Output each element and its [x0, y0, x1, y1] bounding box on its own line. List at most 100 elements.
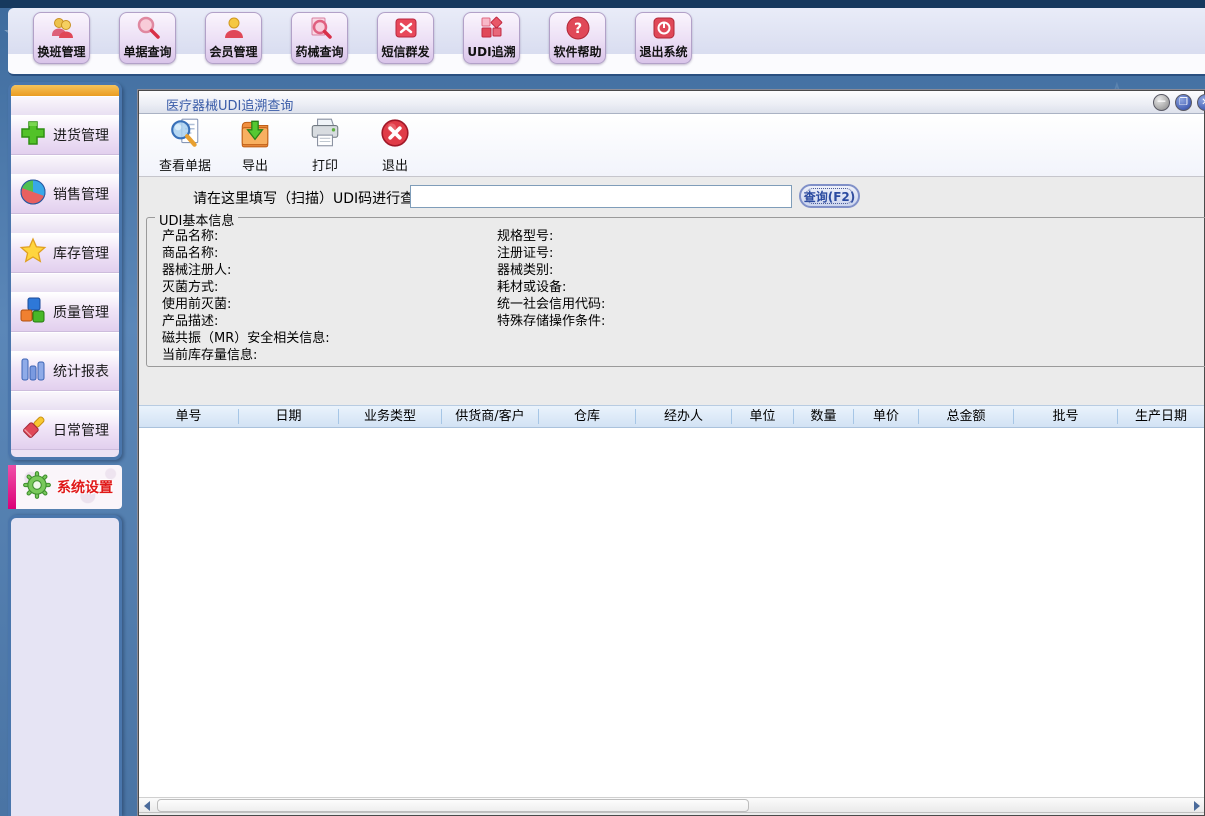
sidebar-item-label: 进货管理 [53, 125, 109, 145]
query-f2-button[interactable]: 查询(F2) [799, 184, 860, 208]
sidebar-item-quality[interactable]: 质量管理 [11, 292, 119, 332]
toolbar-button-software-help[interactable]: ? 软件帮助 [549, 12, 606, 64]
field-label-device-category: 器械类别: [497, 262, 605, 279]
sidebar-item-sales[interactable]: 销售管理 [11, 174, 119, 214]
toolbar-button-shift-management[interactable]: 换班管理 [33, 12, 90, 64]
sidebar-divider [11, 214, 119, 233]
window-controls: － ❐ ✕ [1153, 94, 1205, 111]
sidebar-item-label: 销售管理 [53, 184, 109, 204]
sidebar-item-daily[interactable]: 日常管理 [11, 410, 119, 450]
medicine-search-icon [307, 13, 333, 42]
sms-icon [393, 13, 419, 42]
sidebar-divider [11, 332, 119, 351]
udi-trace-icon [479, 13, 505, 42]
toolbar-button-label: 短信群发 [381, 43, 429, 60]
column-header-date[interactable]: 日期 [239, 409, 339, 424]
sidebar-divider [11, 391, 119, 410]
exit-system-icon [651, 13, 677, 42]
toolbar-button-document-query[interactable]: 单据查询 [119, 12, 176, 64]
column-header-business-type[interactable]: 业务类型 [339, 409, 442, 424]
document-search-icon [135, 13, 161, 42]
horizontal-scrollbar[interactable] [139, 797, 1204, 813]
gear-icon [22, 470, 52, 504]
toolbar-button-exit-system[interactable]: 退出系统 [635, 12, 692, 64]
udi-info-right-column: 规格型号: 注册证号: 器械类别: 耗材或设备: 统一社会信用代码: 特殊存储操… [497, 228, 605, 330]
minimize-icon[interactable]: － [1153, 94, 1170, 111]
sidebar-item-purchase[interactable]: 进货管理 [11, 115, 119, 155]
udi-info-fieldset: UDI基本信息 产品名称: 商品名称: 器械注册人: 灭菌方式: 使用前灭菌: … [146, 217, 1205, 367]
bar-chart-icon [19, 355, 47, 387]
window-toolbar: 查看单据 导出 打印 [139, 114, 1204, 177]
export-button[interactable]: 导出 [223, 116, 287, 174]
column-header-quantity[interactable]: 数量 [794, 409, 854, 424]
records-table-header: 单号 日期 业务类型 供货商/客户 仓库 经办人 单位 数量 单价 总金额 批号… [139, 405, 1204, 428]
field-label-spec-model: 规格型号: [497, 228, 605, 245]
field-label-mr-safety-info: 磁共振（MR）安全相关信息: [162, 330, 330, 347]
help-icon: ? [565, 13, 591, 42]
toolbar-button-sms-broadcast[interactable]: 短信群发 [377, 12, 434, 64]
toolbar-button-member-management[interactable]: 会员管理 [205, 12, 262, 64]
svg-text:?: ? [573, 21, 581, 37]
brush-icon [19, 414, 47, 446]
field-label-social-credit-code: 统一社会信用代码: [497, 296, 605, 313]
star-icon [19, 237, 47, 269]
field-label-registration-no: 注册证号: [497, 245, 605, 262]
top-toolbar: 换班管理 单据查询 会员管理 药械查询 [8, 8, 1205, 76]
column-header-supplier-customer[interactable]: 供货商/客户 [442, 409, 539, 424]
toolbar-button-medicine-query[interactable]: 药械查询 [291, 12, 348, 64]
field-label-sterilization-method: 灭菌方式: [162, 279, 330, 296]
column-header-warehouse[interactable]: 仓库 [539, 409, 636, 424]
column-header-batch-no[interactable]: 批号 [1014, 409, 1118, 424]
column-header-order-no[interactable]: 单号 [139, 409, 239, 424]
udi-info-legend: UDI基本信息 [155, 210, 238, 229]
print-icon [308, 117, 342, 153]
field-label-product-name: 产品名称: [162, 228, 330, 245]
udi-search-input[interactable] [410, 185, 792, 208]
column-header-production-date[interactable]: 生产日期 [1118, 409, 1204, 424]
field-label-device-registrant: 器械注册人: [162, 262, 330, 279]
exit-button[interactable]: 退出 [363, 116, 427, 174]
green-cross-icon [19, 119, 47, 151]
scrollbar-thumb[interactable] [157, 799, 749, 812]
sidebar-divider [11, 96, 119, 115]
sidebar-item-label: 质量管理 [53, 302, 109, 322]
close-icon[interactable]: ✕ [1197, 94, 1205, 111]
window-toolbar-label: 查看单据 [159, 155, 211, 174]
udi-search-label: 请在这里填写（扫描）UDI码进行查询: [193, 188, 433, 208]
sidebar-lower-panel [8, 515, 122, 816]
export-icon [238, 117, 272, 153]
sidebar-divider [11, 273, 119, 292]
field-label-product-description: 产品描述: [162, 313, 330, 330]
sidebar-item-label: 库存管理 [53, 243, 109, 263]
sidebar-divider [11, 155, 119, 174]
column-header-total-amount[interactable]: 总金额 [919, 409, 1014, 424]
sidebar-settings-label: 系统设置 [57, 477, 113, 497]
sidebar-item-inventory[interactable]: 库存管理 [11, 233, 119, 273]
scroll-left-icon[interactable] [144, 801, 150, 811]
toolbar-button-udi-trace[interactable]: UDI追溯 [463, 12, 520, 64]
sidebar-item-reports[interactable]: 统计报表 [11, 351, 119, 391]
column-header-unit-price[interactable]: 单价 [854, 409, 919, 424]
records-table-body[interactable] [139, 428, 1204, 797]
member-icon [221, 13, 247, 42]
sidebar: 进货管理 销售管理 库存管理 [8, 82, 122, 460]
window-toolbar-label: 导出 [242, 155, 268, 174]
udi-info-left-column: 产品名称: 商品名称: 器械注册人: 灭菌方式: 使用前灭菌: 产品描述: 磁共… [162, 228, 330, 364]
toolbar-button-label: 退出系统 [639, 43, 687, 60]
maximize-icon[interactable]: ❐ [1175, 94, 1192, 111]
field-label-consumable-or-equipment: 耗材或设备: [497, 279, 605, 296]
toolbar-button-label: UDI追溯 [467, 43, 515, 60]
print-button[interactable]: 打印 [293, 116, 357, 174]
sidebar-item-system-settings[interactable]: 系统设置 [8, 465, 122, 509]
shift-users-icon [49, 13, 75, 42]
column-header-unit[interactable]: 单位 [732, 409, 794, 424]
view-document-icon [168, 117, 202, 153]
toolbar-button-label: 换班管理 [37, 43, 85, 60]
column-header-handler[interactable]: 经办人 [636, 409, 732, 424]
scroll-right-icon[interactable] [1194, 801, 1200, 811]
window-titlebar[interactable]: 医疗器械UDI追溯查询 － ❐ ✕ [139, 91, 1204, 114]
cubes-icon [19, 296, 47, 328]
toolbar-button-label: 单据查询 [123, 43, 171, 60]
view-document-button[interactable]: 查看单据 [153, 116, 217, 174]
field-label-goods-name: 商品名称: [162, 245, 330, 262]
